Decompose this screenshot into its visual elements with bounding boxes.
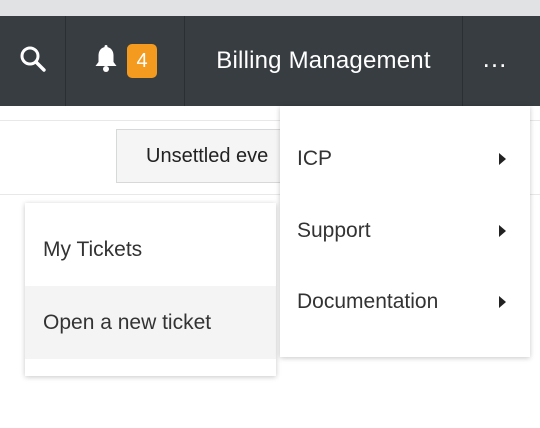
top-navbar: 4 Billing Management ... (0, 16, 540, 106)
more-dropdown-menu: ICP Support Documentation (280, 106, 530, 357)
menu-item-documentation[interactable]: Documentation (280, 266, 530, 338)
caret-right-icon (499, 153, 506, 165)
more-dots-icon: ... (482, 42, 508, 73)
menu-item-open-new-ticket[interactable]: Open a new ticket (25, 286, 276, 359)
bell-icon (93, 44, 119, 78)
billing-management-link[interactable]: Billing Management (185, 16, 462, 106)
browser-top-strip (0, 0, 540, 16)
nav-title: Billing Management (216, 47, 431, 74)
more-menu-button[interactable]: ... (463, 16, 527, 106)
menu-item-label: Documentation (297, 290, 439, 313)
menu-item-my-tickets[interactable]: My Tickets (25, 213, 276, 286)
search-icon (19, 45, 47, 78)
menu-item-label: ICP (297, 147, 333, 170)
tickets-dropdown-menu: My Tickets Open a new ticket (25, 203, 276, 376)
notifications-button[interactable]: 4 (66, 16, 184, 106)
menu-item-support[interactable]: Support (280, 195, 530, 267)
notification-count-badge: 4 (127, 44, 157, 78)
caret-right-icon (499, 296, 506, 308)
menu-item-label: Support (297, 219, 371, 242)
menu-item-icp[interactable]: ICP (280, 123, 530, 195)
caret-right-icon (499, 225, 506, 237)
search-button[interactable] (0, 16, 65, 106)
